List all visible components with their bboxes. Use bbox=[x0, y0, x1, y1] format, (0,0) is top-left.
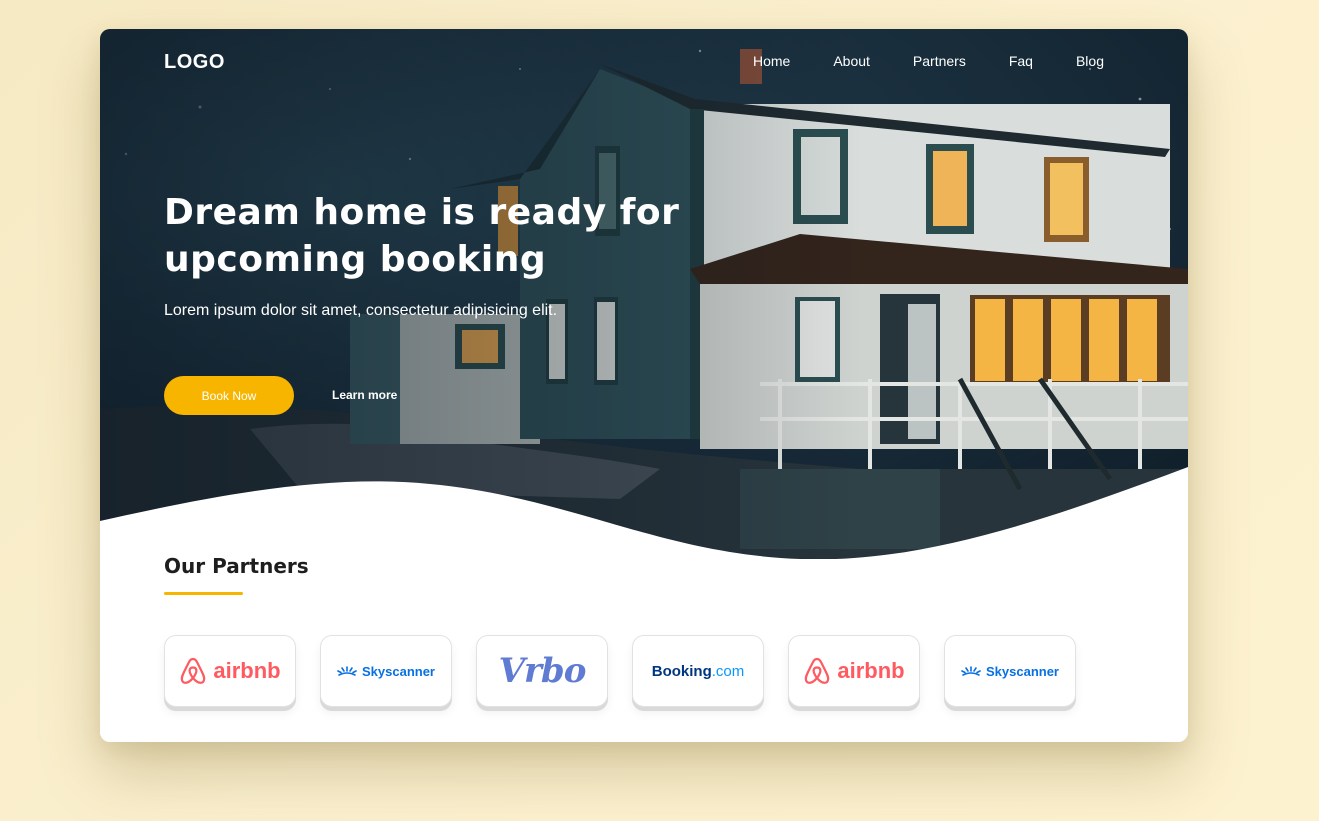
booking-main-text: Booking bbox=[651, 662, 712, 680]
airbnb-text: airbnb bbox=[213, 658, 281, 683]
partner-skyscanner[interactable]: Skyscanner bbox=[944, 635, 1076, 707]
skyscanner-text: Skyscanner bbox=[362, 663, 435, 679]
partner-logos: airbnb Skyscanner Vrbo Booking.com airbn… bbox=[164, 635, 1076, 707]
nav-partners[interactable]: Partners bbox=[913, 53, 966, 69]
airbnb-logo: airbnb bbox=[179, 656, 281, 686]
partner-skyscanner[interactable]: Skyscanner bbox=[320, 635, 452, 707]
nav-faq[interactable]: Faq bbox=[1009, 53, 1033, 69]
skyscanner-logo: Skyscanner bbox=[961, 664, 1059, 679]
partner-airbnb[interactable]: airbnb bbox=[164, 635, 296, 707]
headline-line-1: Dream home is ready for bbox=[164, 192, 680, 233]
partners-title: Our Partners bbox=[164, 554, 309, 578]
landing-card: LOGO Home About Partners Faq Blog Dream … bbox=[100, 29, 1188, 742]
learn-more-link[interactable]: Learn more bbox=[332, 388, 397, 402]
headline-line-2: upcoming booking bbox=[164, 239, 547, 280]
logo[interactable]: LOGO bbox=[164, 51, 225, 74]
skyscanner-logo: Skyscanner bbox=[337, 664, 435, 679]
airbnb-logo: airbnb bbox=[803, 656, 905, 686]
airbnb-text: airbnb bbox=[837, 658, 905, 683]
booking-logo: Booking.com bbox=[652, 663, 745, 680]
partner-airbnb[interactable]: airbnb bbox=[788, 635, 920, 707]
hero-headline: Dream home is ready for upcoming booking bbox=[164, 189, 684, 283]
skyscanner-icon bbox=[961, 666, 981, 676]
nav-home[interactable]: Home bbox=[753, 53, 790, 69]
nav-about[interactable]: About bbox=[833, 53, 870, 69]
top-nav: Home About Partners Faq Blog bbox=[753, 53, 1104, 69]
airbnb-icon bbox=[805, 657, 830, 684]
booking-suffix-text: .com bbox=[711, 662, 745, 680]
partner-vrbo[interactable]: Vrbo bbox=[476, 635, 608, 707]
title-underline bbox=[164, 592, 243, 595]
nav-blog[interactable]: Blog bbox=[1076, 53, 1104, 69]
airbnb-icon bbox=[181, 657, 206, 684]
partner-booking[interactable]: Booking.com bbox=[632, 635, 764, 707]
hero-subtitle: Lorem ipsum dolor sit amet, consectetur … bbox=[164, 302, 558, 319]
skyscanner-icon bbox=[337, 666, 357, 676]
book-now-button[interactable]: Book Now bbox=[164, 376, 294, 415]
vrbo-logo: Vrbo bbox=[498, 651, 587, 691]
skyscanner-text: Skyscanner bbox=[986, 663, 1059, 679]
